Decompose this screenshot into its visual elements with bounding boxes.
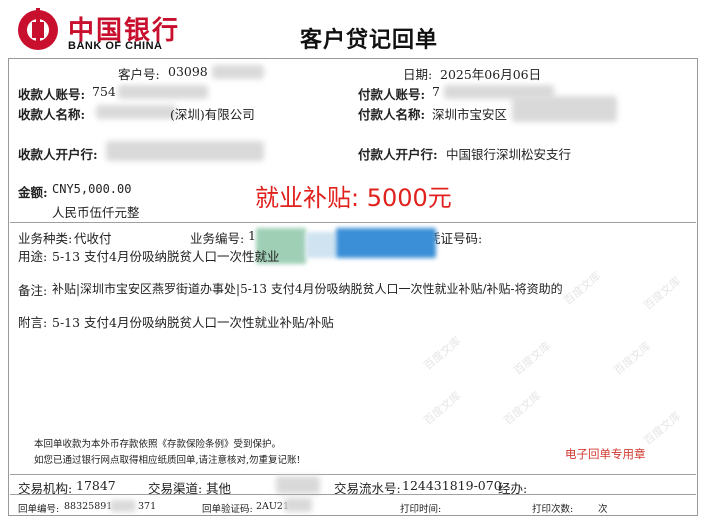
payer-name-value: 深圳市宝安区 — [432, 107, 508, 122]
purpose-value: 5-13 支付4月份吸纳脱贫人口一次性就业 — [52, 249, 280, 264]
redacted-block — [106, 141, 264, 161]
remark-label: 备注: — [18, 283, 48, 298]
payee-name-label: 收款人名称: — [18, 107, 86, 122]
payer-bank-label: 付款人开户行: — [358, 147, 438, 162]
print-count-label: 打印次数: — [532, 504, 574, 515]
trans-serial-value: 124431819-070 — [402, 478, 502, 493]
verify-code-label: 回单验证码: — [202, 504, 253, 515]
receipt-page: 中国银行 BANK OF CHINA 客户贷记回单 客户号: 03098 日期:… — [0, 0, 708, 525]
business-type-value: 代收付 — [74, 231, 112, 246]
redacted-block — [110, 500, 136, 512]
customer-no-label: 客户号: — [118, 67, 160, 82]
purpose-label: 用途: — [18, 249, 48, 264]
receipt-title: 客户贷记回单 — [300, 27, 439, 53]
trans-org-value: 17847 — [76, 478, 116, 493]
customer-no-value: 03098 — [168, 64, 208, 79]
receipt-no-tail: 371 — [138, 501, 157, 512]
payer-name-label: 付款人名称: — [358, 107, 426, 122]
remark-value: 补贴|深圳市宝安区燕罗街道办事处|5-13 支付4月份吸纳脱贫人口一次性就业补贴… — [52, 282, 563, 296]
date-label: 日期: — [403, 67, 433, 82]
business-no-value: 1 — [248, 228, 256, 243]
receipt-no-label: 回单编号: — [18, 504, 60, 515]
business-type-label: 业务种类: — [18, 231, 73, 246]
receipt-no-value: 88325891 — [64, 501, 113, 512]
postscript-label: 附言: — [18, 315, 48, 330]
payer-account-label: 付款人账号: — [358, 87, 426, 102]
payer-bank-value: 中国银行深圳松安支行 — [446, 147, 572, 162]
print-count-value: 次 — [598, 504, 608, 515]
payee-name-value: (深圳)有限公司 — [170, 107, 255, 122]
business-no-label: 业务编号: — [190, 231, 245, 246]
amount-value: CNY5,000.00 — [52, 182, 132, 196]
amount-in-words: 人民币伍仟元整 — [52, 205, 140, 220]
deposit-insurance-notice: 本回单收款为本外币存款依照《存款保险条例》受到保护。 — [34, 439, 282, 450]
redacted-block — [212, 65, 264, 79]
redacted-block — [306, 232, 336, 258]
amount-label: 金额: — [18, 185, 48, 200]
subsidy-annotation: 就业补贴: 5000元 — [255, 184, 452, 212]
bank-name-en: BANK OF CHINA — [68, 40, 163, 52]
redacted-block — [512, 96, 617, 122]
payee-account-value: 754 — [92, 84, 116, 99]
duplicate-notice: 如您已通过银行网点取得相应纸质回单,请注意核对,勿重复记账! — [34, 455, 301, 466]
postscript-value: 5-13 支付4月份吸纳脱贫人口一次性就业补贴/补贴 — [52, 315, 334, 330]
payee-bank-label: 收款人开户行: — [18, 147, 98, 162]
payee-account-label: 收款人账号: — [18, 87, 86, 102]
e-receipt-stamp-label: 电子回单专用章 — [565, 447, 646, 461]
redacted-block — [118, 85, 208, 99]
redacted-block — [336, 228, 436, 258]
bank-logo: 中国银行 BANK OF CHINA — [18, 8, 198, 54]
voucher-no-label: 凭证号码: — [428, 231, 483, 246]
print-time-label: 打印时间: — [400, 504, 442, 515]
payer-account-value: 7 — [432, 84, 440, 99]
redacted-block — [284, 498, 312, 512]
date-value: 2025年06月06日 — [440, 67, 542, 82]
redacted-block — [276, 476, 320, 494]
redacted-block — [96, 105, 176, 119]
